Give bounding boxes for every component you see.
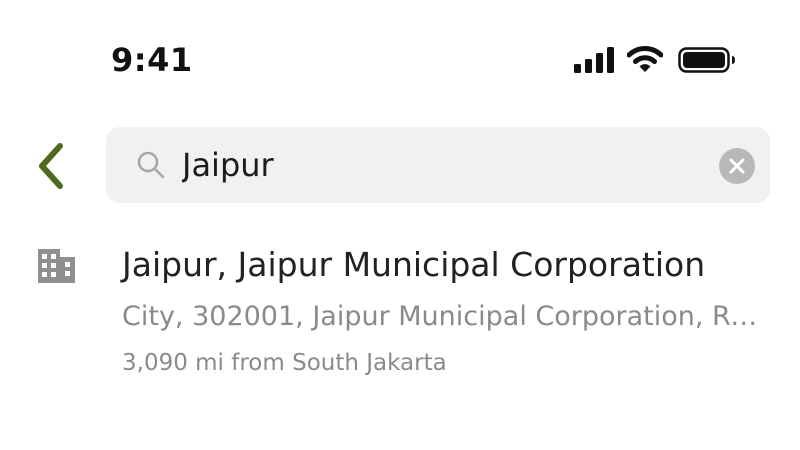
search-bar[interactable] — [106, 127, 770, 203]
result-title: Jaipur, Jaipur Municipal Corporation — [122, 245, 706, 284]
result-subtitle: City, 302001, Jaipur Municipal Corporati… — [122, 301, 762, 332]
search-result-item[interactable]: Jaipur, Jaipur Municipal Corporation Cit… — [0, 230, 800, 390]
battery-icon — [678, 47, 736, 73]
back-button[interactable] — [30, 140, 74, 192]
wifi-icon — [626, 45, 664, 73]
status-icons — [572, 42, 742, 78]
result-distance: 3,090 mi from South Jakarta — [122, 350, 447, 376]
search-icon — [136, 150, 166, 180]
status-time: 9:41 — [111, 41, 193, 79]
clear-icon — [729, 158, 745, 174]
chevron-left-icon — [39, 143, 63, 189]
clear-search-button[interactable] — [719, 148, 755, 184]
search-screen: 9:41 Jaipur Jaipur, Jaipur Municipal Cor… — [0, 0, 800, 450]
building-icon — [38, 247, 76, 285]
search-input[interactable] — [182, 143, 702, 187]
signal-icon — [574, 47, 616, 73]
